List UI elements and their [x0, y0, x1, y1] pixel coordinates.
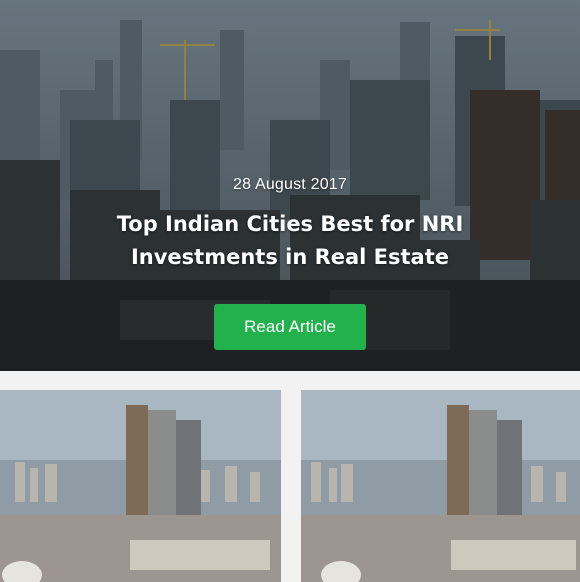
featured-article-hero: 28 August 2017 Top Indian Cities Best fo… [0, 0, 580, 371]
read-article-button[interactable]: Read Article [214, 304, 366, 350]
article-title[interactable]: Top Indian Cities Best for NRI Investmen… [110, 208, 470, 274]
card-city-image [301, 390, 580, 582]
article-card[interactable] [0, 390, 281, 582]
card-city-image [0, 390, 281, 582]
article-cards [0, 390, 580, 582]
article-card[interactable] [301, 390, 580, 582]
article-date: 28 August 2017 [232, 176, 347, 193]
hero-content: 28 August 2017 Top Indian Cities Best fo… [0, 176, 580, 350]
